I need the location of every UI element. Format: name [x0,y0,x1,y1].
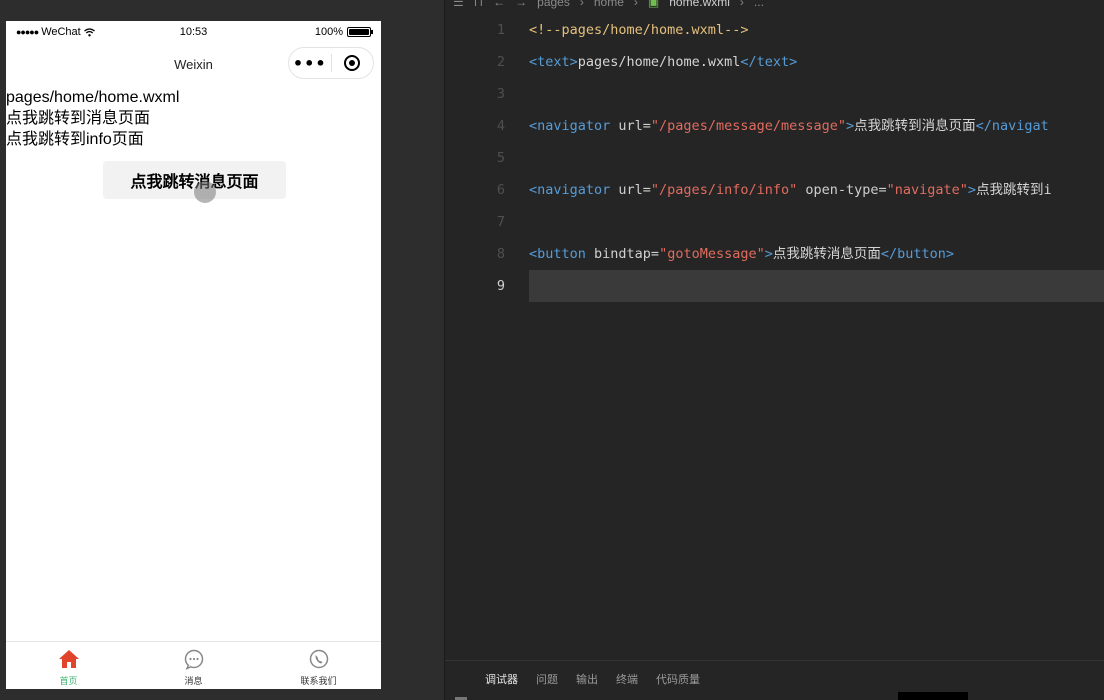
phone-icon [309,649,328,669]
bottom-tab[interactable]: 输出 [576,671,598,687]
code-token: 点我跳转到消息页面 [854,118,976,134]
file-icon: ▣ [647,0,660,9]
code-token: open-type= [797,182,887,198]
touch-indicator [194,181,216,203]
page-content: pages/home/home.wxml 点我跳转到消息页面 点我跳转到info… [6,87,381,199]
code-text: <navigator url="/pages/message/message">… [529,110,1049,142]
home-icon [58,650,79,668]
code-editor: ☰ ⊓ ← → pages › home › ▣ home.wxml › ...… [445,0,1104,700]
code-token: url= [610,118,651,134]
tab-home[interactable]: 首页 [6,642,131,689]
bottom-tab[interactable]: 终端 [616,671,638,687]
bookmark-icon[interactable]: ⊓ [474,0,483,9]
code-line[interactable]: 7 [445,206,1104,238]
bottom-panel-tabs: 调试器 问题 输出 终端 代码质量 [485,671,700,687]
line-number: 6 [496,182,505,198]
bottom-tab[interactable]: 代码质量 [656,671,700,687]
code-token: <!--pages/home/home.wxml--> [529,22,749,38]
line-number: 5 [496,150,505,166]
bottom-panel: 调试器 问题 输出 终端 代码质量 [445,660,1104,700]
code-area[interactable]: 1 <!--pages/home/home.wxml--> 2 <text>pages… [445,14,1104,302]
nav-bar: Weixin ••• [6,43,381,87]
breadcrumb: ☰ ⊓ ← → pages › home › ▣ home.wxml › ... [445,0,1104,12]
code-token: </navigat [975,118,1049,134]
line-number: 4 [496,118,505,134]
code-token: "/pages/info/info" [650,182,798,198]
code-token: pages/home/home.wxml [577,54,741,70]
chevron-right-icon: › [579,0,584,9]
line-number: 2 [496,54,505,70]
simulator-panel: ●●●●● WeChat 10:53 100% Weixin ••• pages… [0,0,444,700]
breadcrumb-item[interactable]: pages [537,0,570,9]
status-bar: ●●●●● WeChat 10:53 100% [6,21,381,43]
code-token: > [846,118,855,134]
line-number: 7 [496,214,505,230]
line-number: 8 [496,246,505,262]
phone-screen: ●●●●● WeChat 10:53 100% Weixin ••• pages… [6,21,381,689]
code-token: <navigator [529,182,611,198]
line-number: 1 [496,22,505,38]
code-token: "navigate" [886,182,968,198]
code-line[interactable]: 2 <text>pages/home/home.wxml</text> [445,46,1104,78]
navigator-info-link[interactable]: 点我跳转到info页面 [6,129,381,150]
tab-label: 消息 [184,677,203,687]
code-token: > [764,246,773,262]
battery-icon [347,27,373,37]
code-token: </text> [740,54,798,70]
code-token: </button> [880,246,955,262]
close-mini-program-icon[interactable] [331,54,373,72]
tab-label: 首页 [59,677,78,687]
code-line[interactable]: 3 [445,78,1104,110]
page-path-text: pages/home/home.wxml [6,89,180,106]
code-token: <text> [529,54,578,70]
navigator-message-link[interactable]: 点我跳转到消息页面 [6,108,381,129]
line-number: 9 [496,278,505,294]
code-text: <text>pages/home/home.wxml</text> [529,46,797,78]
breadcrumb-row: ☰ ⊓ ← → pages › home › ▣ home.wxml › ... [453,0,764,9]
battery-fill [349,29,369,35]
breadcrumb-item[interactable]: home [594,0,624,9]
tab-bar: 首页 消息 联系我们 [6,641,381,689]
forward-arrow-icon[interactable]: → [515,0,527,9]
tab-label: 联系我们 [300,677,337,687]
breadcrumb-item[interactable]: ... [754,0,764,9]
code-token: "gotoMessage" [659,246,765,262]
tab-message[interactable]: 消息 [131,642,256,689]
code-token: bindtap= [585,246,660,262]
code-token: 点我跳转消息页面 [772,246,881,262]
code-line[interactable]: 4 <navigator url="/pages/message/message"… [445,110,1104,142]
battery-percent: 100% [314,26,343,38]
code-line[interactable]: 8 <button bindtap="gotoMessage">点我跳转消息页面<… [445,238,1104,270]
code-line[interactable]: 9 [445,270,1104,302]
chevron-right-icon: › [633,0,638,9]
bottom-tab[interactable]: 问题 [536,671,558,687]
more-icon[interactable]: ••• [289,54,331,73]
code-line[interactable]: 5 [445,142,1104,174]
breadcrumb-file[interactable]: home.wxml [669,0,730,9]
code-token: <button [529,246,586,262]
code-token: url= [610,182,651,198]
status-right: 100% [314,26,373,38]
code-token: > [967,182,977,198]
code-token: 点我跳转到i [976,182,1052,198]
code-token: <navigator [529,118,611,134]
code-text: <navigator url="/pages/info/info" open-t… [529,174,1052,206]
tab-contact[interactable]: 联系我们 [256,642,381,689]
list-icon[interactable]: ☰ [453,0,464,9]
code-line[interactable]: 6 <navigator url="/pages/info/info" open-… [445,174,1104,206]
code-line[interactable]: 1 <!--pages/home/home.wxml--> [445,14,1104,46]
code-token: "/pages/message/message" [650,118,846,134]
code-text: <!--pages/home/home.wxml--> [529,14,748,46]
back-arrow-icon[interactable]: ← [493,0,505,9]
line-number: 3 [496,86,505,102]
code-text: <button bindtap="gotoMessage">点我跳转消息页面</… [529,238,954,270]
chevron-right-icon: › [739,0,744,9]
bottom-tab[interactable]: 调试器 [485,671,518,687]
message-icon [184,649,203,670]
panel-status-block [898,692,968,700]
menu-capsule: ••• [288,47,374,79]
